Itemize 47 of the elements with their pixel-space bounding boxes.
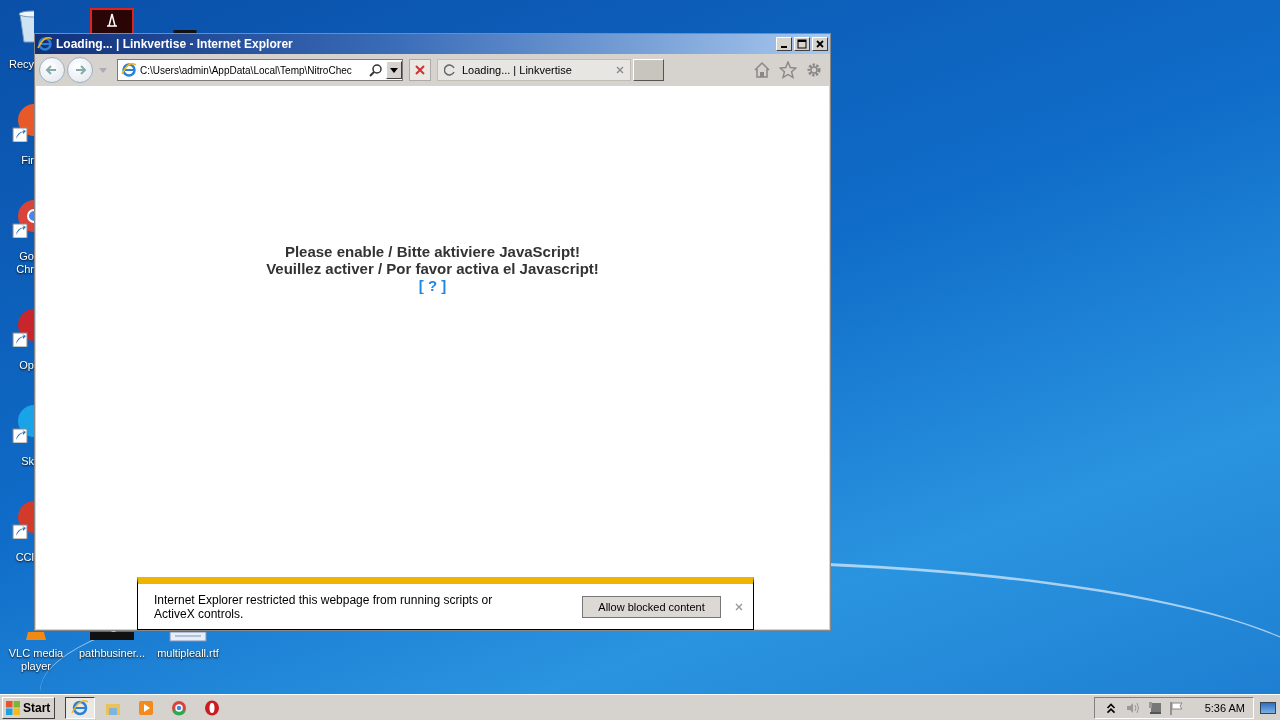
show-desktop-button[interactable] <box>1260 701 1276 714</box>
ie-icon <box>121 62 137 78</box>
start-button[interactable]: Start <box>2 696 56 719</box>
allow-button[interactable]: Allow blocked content <box>582 595 721 618</box>
address-field[interactable]: C:\Users\admin\AppData\Local\Temp\NitroChec <box>117 59 403 81</box>
stop-icon <box>414 64 426 76</box>
dropdown-button[interactable] <box>386 61 402 79</box>
ie-icon <box>37 36 53 52</box>
maximize-icon <box>797 39 807 49</box>
caret-icon <box>390 67 398 73</box>
url-text: C:\Users\admin\AppData\Local\Temp\NitroChec <box>140 64 353 76</box>
app-icon[interactable] <box>90 8 134 33</box>
loading-icon <box>444 64 456 76</box>
notification-text: Internet Explorer restricted this webpage from running scripts or ActiveX controls. <box>154 592 494 621</box>
browser-tab[interactable]: Loading... | Linkvertise <box>437 59 631 81</box>
close-button[interactable] <box>812 37 828 51</box>
icon-label: VLC media player <box>7 647 65 673</box>
icon-label: Go Chr <box>15 250 34 276</box>
icon-label: Fir <box>20 154 34 167</box>
message-text: Veuillez activer / Por favor activa el Javascript! <box>266 260 599 277</box>
help-link[interactable]: [ ? ] <box>418 277 447 294</box>
chrome-icon <box>170 698 189 717</box>
star-icon[interactable] <box>779 61 797 79</box>
ie-icon <box>71 698 90 717</box>
minimize-button[interactable] <box>776 37 792 51</box>
icon-label: pathbusiner... <box>78 647 146 660</box>
icon-label: Sk <box>20 455 34 468</box>
flag-icon[interactable] <box>1168 700 1185 715</box>
clock-text[interactable]: 5:36 AM <box>1204 701 1245 714</box>
stop-button[interactable] <box>409 59 431 81</box>
icon-label: multipleall.rtf <box>157 647 219 660</box>
icon-label: CCl <box>14 551 34 564</box>
close-icon[interactable] <box>735 602 743 611</box>
message-text: Please enable / Bitte aktiviere JavaScript! <box>284 243 581 260</box>
close-icon[interactable] <box>616 66 624 74</box>
windows-logo-icon <box>5 699 21 716</box>
icon-label: Recy <box>7 58 34 71</box>
network-icon[interactable] <box>1146 700 1163 715</box>
minimize-icon <box>781 46 787 48</box>
play-icon <box>137 698 156 717</box>
taskbar-button[interactable] <box>65 696 96 719</box>
maximize-button[interactable] <box>794 37 810 51</box>
new-tab-button[interactable] <box>633 59 664 81</box>
window-title: Loading... | Linkvertise - Internet Explorer <box>56 37 293 51</box>
icon-label: Op <box>18 359 34 372</box>
close-icon <box>815 39 825 49</box>
search-icon[interactable] <box>369 63 383 77</box>
